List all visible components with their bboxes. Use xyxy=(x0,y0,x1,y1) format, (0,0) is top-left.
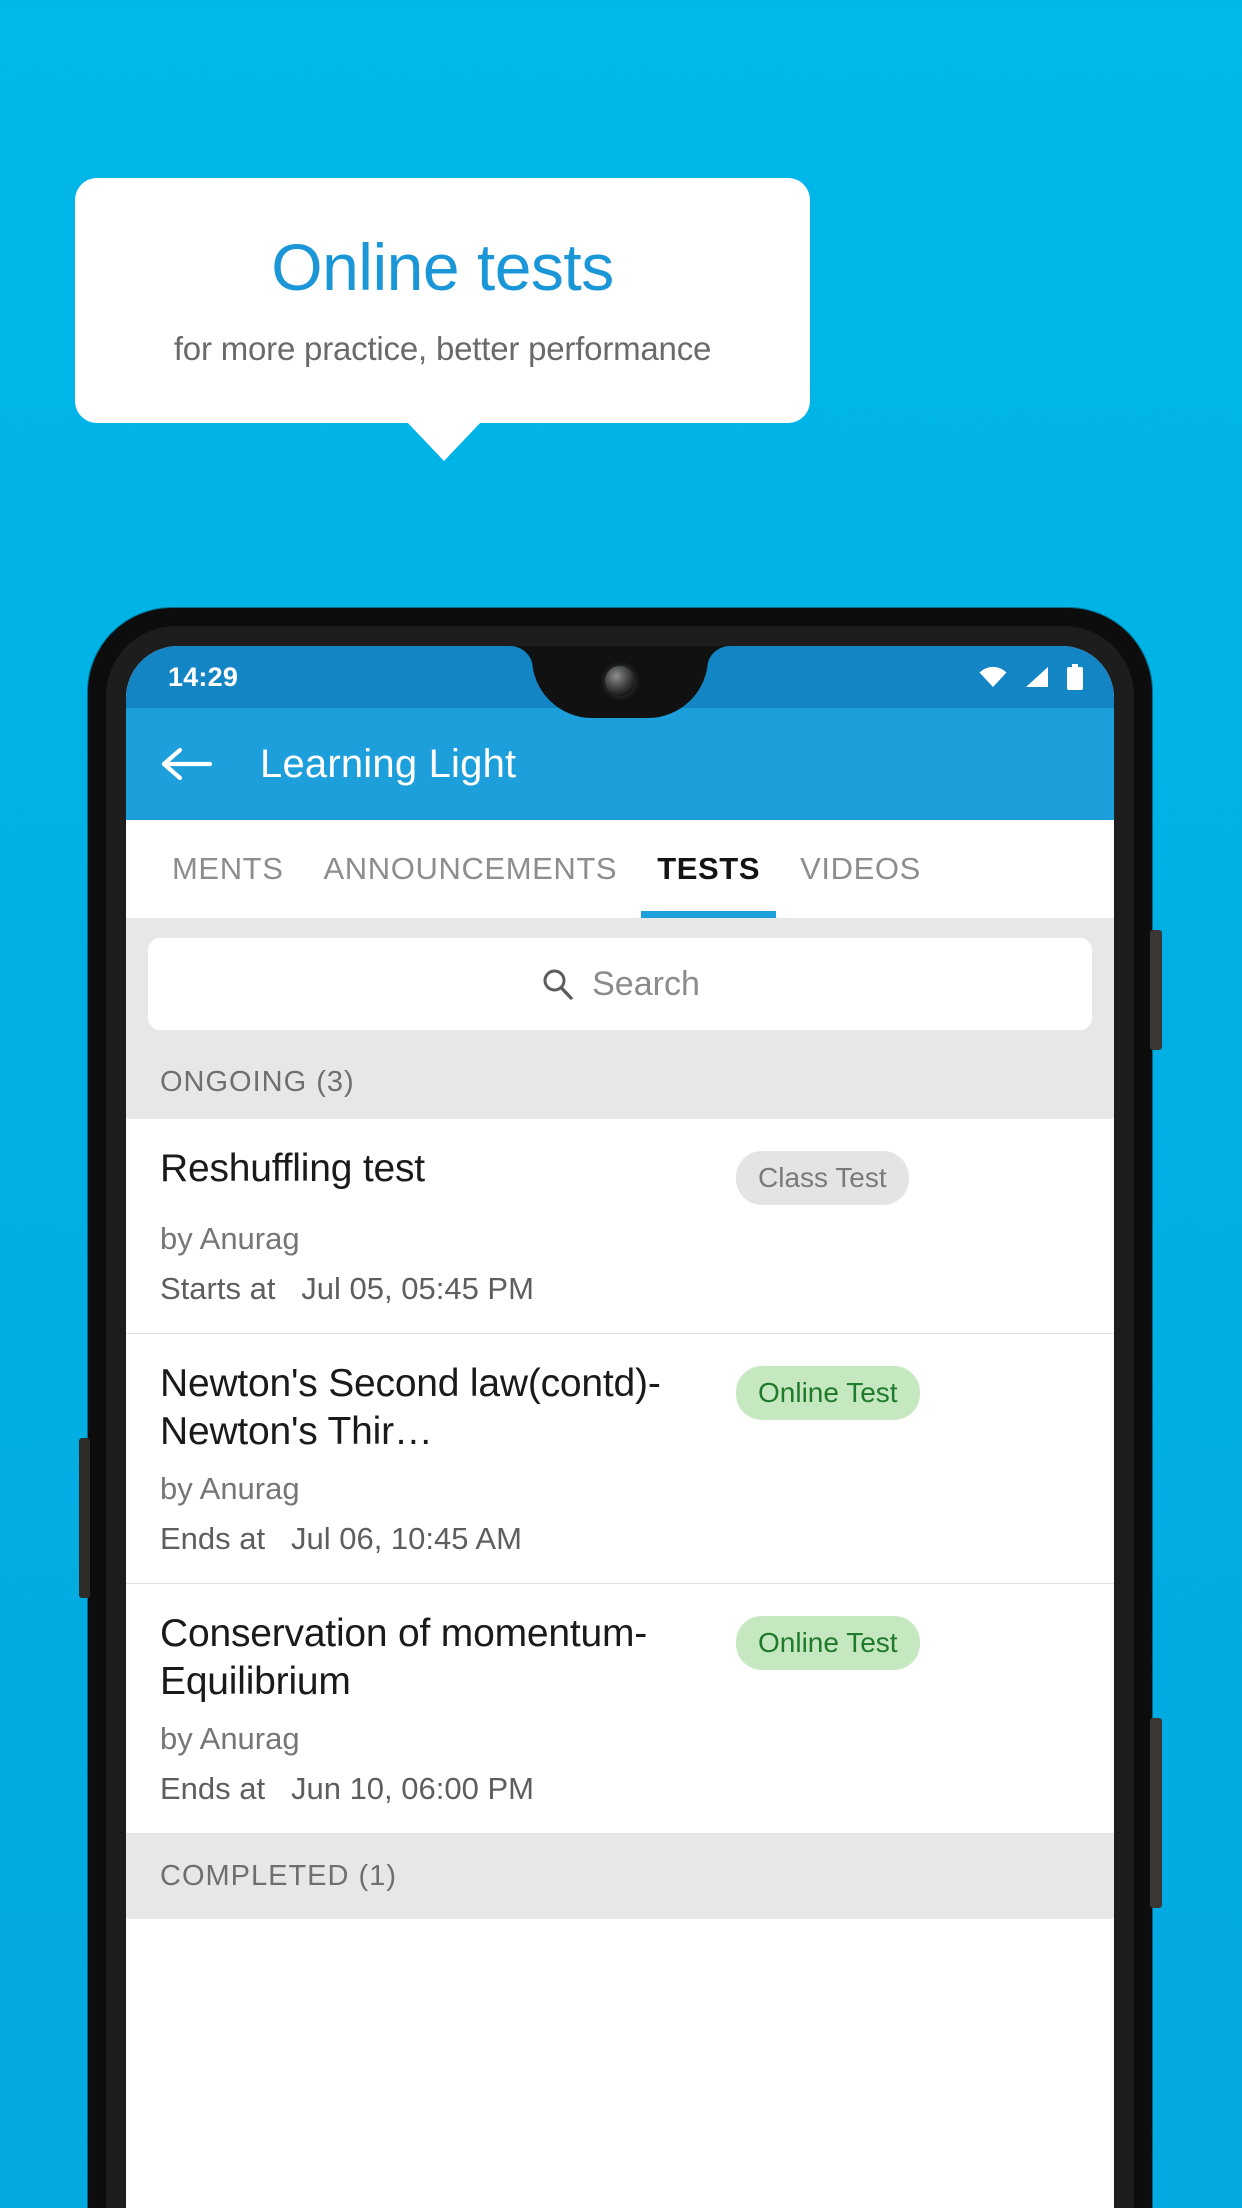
test-schedule: Starts at Jul 05, 05:45 PM xyxy=(160,1271,1084,1307)
phone-device-frame: 14:29 Learning Light MENTS ANNOUNCEMENTS… xyxy=(79,608,1162,2208)
test-title: Conservation of momentum-Equilibrium xyxy=(160,1612,648,1703)
assistant-button[interactable] xyxy=(79,1438,90,1598)
wifi-icon xyxy=(978,666,1008,688)
test-author: by Anurag xyxy=(160,1471,300,1507)
test-schedule-label: Ends at xyxy=(160,1771,266,1807)
tab-tests[interactable]: TESTS xyxy=(637,820,780,918)
test-item-header: Conservation of momentum-Equilibrium Onl… xyxy=(160,1610,1084,1705)
test-type-badge: Class Test xyxy=(736,1151,909,1205)
test-schedule-value: Jul 05, 05:45 PM xyxy=(301,1271,534,1306)
test-schedule-label: Starts at xyxy=(160,1271,276,1306)
test-item-header: Newton's Second law(contd)-Newton's Thir… xyxy=(160,1360,1084,1455)
promo-subtitle: for more practice, better performance xyxy=(173,330,712,368)
tab-assignments[interactable]: MENTS xyxy=(152,820,304,918)
section-header-completed: COMPLETED (1) xyxy=(126,1834,1114,1920)
status-bar: 14:29 xyxy=(126,646,1114,718)
tab-announcements[interactable]: ANNOUNCEMENTS xyxy=(304,820,638,918)
test-title: Newton's Second law(contd)-Newton's Thir… xyxy=(160,1362,661,1453)
test-list-item[interactable]: Newton's Second law(contd)-Newton's Thir… xyxy=(126,1334,1114,1585)
app-bar-title: Learning Light xyxy=(260,741,517,786)
promo-callout-tail xyxy=(406,421,482,461)
promo-card: Online tests for more practice, better p… xyxy=(75,178,810,423)
status-icons xyxy=(978,664,1084,690)
test-schedule-value: Jun 10, 06:00 PM xyxy=(290,1771,534,1807)
app-bar: Learning Light xyxy=(126,708,1114,820)
test-schedule-value: Jul 06, 10:45 AM xyxy=(290,1521,522,1557)
status-time: 14:29 xyxy=(168,661,239,692)
phone-screen: 14:29 Learning Light MENTS ANNOUNCEMENTS… xyxy=(126,646,1114,2208)
search-container: Search xyxy=(126,918,1114,1052)
section-header-ongoing: ONGOING (3) xyxy=(126,1052,1114,1119)
battery-icon xyxy=(1066,664,1084,690)
search-icon xyxy=(540,967,574,1001)
promo-title: Online tests xyxy=(271,229,614,304)
test-title: Reshuffling test xyxy=(160,1147,425,1190)
search-input[interactable]: Search xyxy=(148,938,1092,1030)
test-list-item[interactable]: Conservation of momentum-Equilibrium Onl… xyxy=(126,1584,1114,1835)
back-arrow-icon[interactable] xyxy=(160,742,216,786)
volume-button[interactable] xyxy=(1150,1718,1162,1908)
search-placeholder: Search xyxy=(592,964,700,1003)
test-type-badge: Online Test xyxy=(736,1366,920,1420)
front-camera-icon xyxy=(605,666,635,696)
test-schedule: Ends at Jul 06, 10:45 AM xyxy=(160,1521,1084,1557)
signal-icon xyxy=(1024,666,1050,688)
test-list-item[interactable]: Reshuffling test Class Test by Anurag St… xyxy=(126,1119,1114,1334)
power-button[interactable] xyxy=(1150,930,1162,1050)
tab-bar: MENTS ANNOUNCEMENTS TESTS VIDEOS xyxy=(126,820,1114,918)
test-author: by Anurag xyxy=(160,1721,300,1757)
test-item-header: Reshuffling test Class Test xyxy=(160,1145,1084,1205)
test-author: by Anurag xyxy=(160,1221,300,1256)
test-type-badge: Online Test xyxy=(736,1616,920,1671)
camera-notch xyxy=(532,646,708,718)
tests-list: Reshuffling test Class Test by Anurag St… xyxy=(126,1119,1114,1835)
test-schedule-label: Ends at xyxy=(160,1521,266,1557)
test-schedule: Ends at Jun 10, 06:00 PM xyxy=(160,1771,1084,1807)
tab-videos[interactable]: VIDEOS xyxy=(780,820,941,918)
